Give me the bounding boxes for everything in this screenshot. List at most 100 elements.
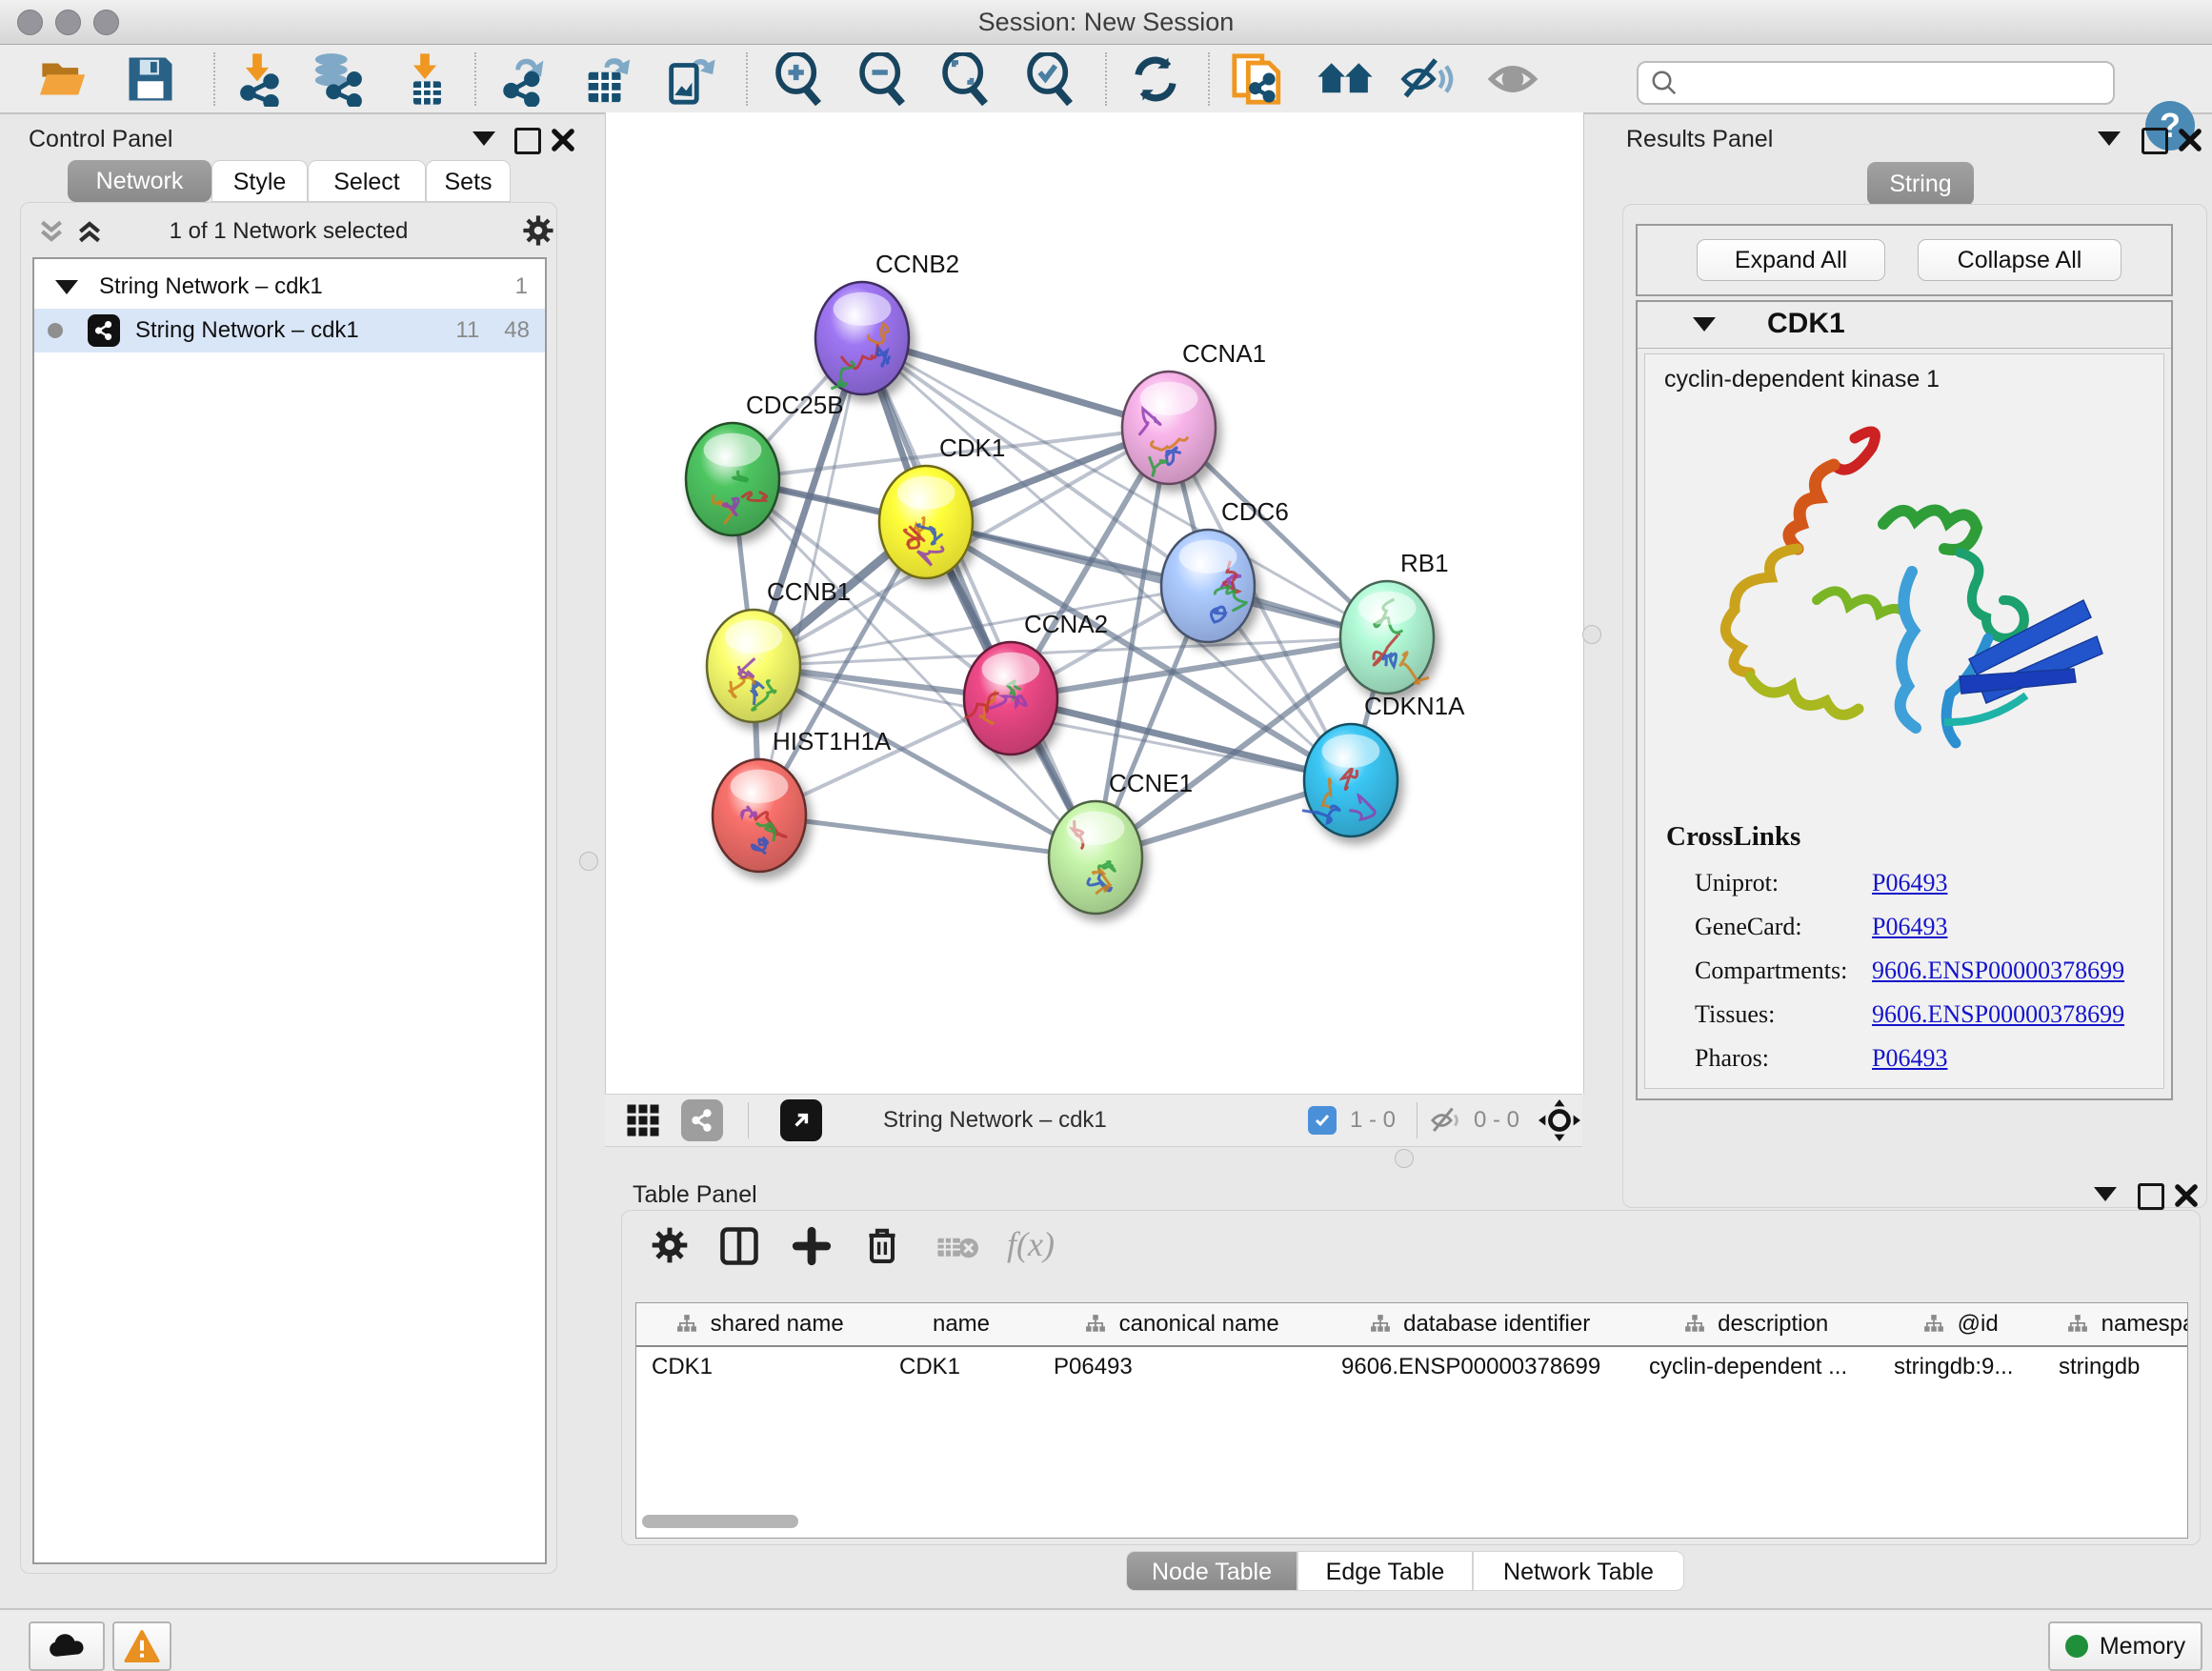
- crosslink-value-link[interactable]: P06493: [1872, 869, 1947, 897]
- network-collection-row[interactable]: String Network – cdk1 1: [34, 265, 545, 309]
- export-table-button[interactable]: [573, 52, 640, 106]
- node-highlight: [731, 770, 789, 803]
- table-panel-close-icon[interactable]: [2174, 1183, 2199, 1213]
- warning-button[interactable]: [112, 1621, 171, 1671]
- birds-eye-view-button[interactable]: [626, 1099, 660, 1141]
- table-cell[interactable]: stringdb:9...: [1879, 1347, 2043, 1387]
- memory-button[interactable]: Memory: [2048, 1621, 2202, 1671]
- apply-layout-button[interactable]: [1122, 52, 1189, 106]
- export-network-icon: [497, 51, 553, 107]
- show-all-button[interactable]: [1479, 52, 1546, 106]
- export-image-icon: [662, 51, 717, 107]
- attribute-tree-icon: [1085, 1314, 1106, 1335]
- table-cell[interactable]: CDK1: [884, 1347, 1038, 1387]
- hidden-items-icon[interactable]: [1430, 1099, 1464, 1141]
- network-tree: String Network – cdk1 1 String Network –…: [32, 257, 547, 1564]
- import-table-button[interactable]: [392, 52, 458, 106]
- table-panel-menu-icon[interactable]: [2094, 1187, 2117, 1206]
- open-session-button[interactable]: [31, 52, 98, 106]
- left-splitter-handle[interactable]: [579, 852, 598, 871]
- network-row-selected[interactable]: String Network – cdk1 11 48: [34, 309, 545, 352]
- gene-header-row[interactable]: CDK1: [1638, 302, 2171, 349]
- save-session-button[interactable]: [117, 52, 184, 106]
- tab-edge-table[interactable]: Edge Table: [1297, 1551, 1473, 1591]
- crosslink-label: Compartments:: [1695, 956, 1872, 985]
- export-network-button[interactable]: [492, 52, 558, 106]
- hide-selected-button[interactable]: [1394, 52, 1460, 106]
- crosslink-value-link[interactable]: 9606.ENSP00000378699: [1872, 956, 2124, 985]
- node-label: CCNA1: [1182, 339, 1266, 368]
- zoom-in-button[interactable]: [765, 52, 832, 106]
- search-input[interactable]: [1686, 69, 2113, 97]
- window-titlebar: Session: New Session: [0, 0, 2212, 45]
- crosslinks-list: Uniprot:P06493GeneCard:P06493Compartment…: [1695, 861, 2152, 1080]
- node-highlight: [834, 292, 892, 326]
- network-options-gear-icon[interactable]: [522, 214, 554, 252]
- string-panel-toggle-button[interactable]: [681, 1099, 723, 1141]
- node-label: CDC25B: [746, 391, 844, 419]
- expand-all-button[interactable]: Expand All: [1697, 239, 1885, 281]
- column-header-canonical-name[interactable]: canonical name: [1038, 1303, 1327, 1345]
- column-header-namespace[interactable]: namespace: [2043, 1303, 2188, 1345]
- right-splitter-handle[interactable]: [1582, 625, 1601, 644]
- show-columns-icon[interactable]: [719, 1226, 759, 1271]
- tab-select[interactable]: Select: [308, 160, 426, 202]
- table-cell[interactable]: 9606.ENSP00000378699: [1326, 1347, 1634, 1387]
- results-tab-string[interactable]: String: [1867, 162, 1974, 206]
- zoom-selected-button[interactable]: [1016, 52, 1083, 106]
- tab-network[interactable]: Network: [68, 160, 211, 202]
- export-image-button[interactable]: [656, 52, 723, 106]
- column-header-label: database identifier: [1403, 1311, 1590, 1338]
- control-panel-float-icon[interactable]: [514, 128, 541, 159]
- collection-expand-icon[interactable]: [55, 280, 78, 294]
- selected-nodes-checkbox[interactable]: [1308, 1099, 1337, 1141]
- column-header-name[interactable]: name: [884, 1303, 1039, 1345]
- results-panel-float-icon[interactable]: [2142, 128, 2168, 159]
- table-cell[interactable]: stringdb: [2043, 1347, 2188, 1387]
- collection-label: String Network – cdk1: [99, 273, 323, 300]
- bottom-splitter-handle[interactable]: [1395, 1149, 1414, 1168]
- zoom-fit-button[interactable]: [932, 52, 998, 106]
- eye-slash-icon: [1399, 53, 1455, 105]
- crosslink-value-link[interactable]: P06493: [1872, 1044, 1947, 1073]
- node-highlight: [1179, 540, 1237, 574]
- node-table: shared namename canonical name database …: [635, 1302, 2188, 1539]
- network-view-title: String Network – cdk1: [883, 1099, 1107, 1141]
- table-horizontal-scrollbar[interactable]: [642, 1515, 798, 1528]
- attribute-tree-icon: [676, 1314, 697, 1335]
- collapse-all-button[interactable]: Collapse All: [1918, 239, 2122, 281]
- control-panel-menu-icon[interactable]: [473, 131, 495, 151]
- pan-mode-button[interactable]: [1538, 1099, 1580, 1141]
- column-header-database-identifier[interactable]: database identifier: [1326, 1303, 1635, 1345]
- table-settings-gear-icon[interactable]: [651, 1226, 689, 1269]
- table-cell[interactable]: P06493: [1038, 1347, 1326, 1387]
- node-highlight: [725, 620, 783, 654]
- column-header--id[interactable]: @id: [1879, 1303, 2044, 1345]
- column-header-description[interactable]: description: [1634, 1303, 1880, 1345]
- selected-counter: 1 - 0: [1350, 1099, 1396, 1141]
- tab-node-table[interactable]: Node Table: [1126, 1551, 1297, 1591]
- first-neighbors-button[interactable]: [1312, 52, 1378, 106]
- delete-column-icon[interactable]: [862, 1224, 902, 1271]
- table-cell[interactable]: CDK1: [636, 1347, 884, 1387]
- zoom-out-button[interactable]: [849, 52, 915, 106]
- import-network-button[interactable]: [224, 52, 291, 106]
- goto-network-button[interactable]: [780, 1099, 822, 1141]
- zoom-in-icon: [772, 52, 825, 106]
- crosslink-value-link[interactable]: 9606.ENSP00000378699: [1872, 1000, 2124, 1029]
- crosslink-value-link[interactable]: P06493: [1872, 913, 1947, 941]
- add-column-icon[interactable]: [792, 1226, 832, 1271]
- table-cell[interactable]: cyclin-dependent ...: [1634, 1347, 1879, 1387]
- share-icon: [690, 1108, 714, 1133]
- results-panel-close-icon[interactable]: [2178, 128, 2202, 157]
- cloud-button[interactable]: [29, 1621, 105, 1671]
- tab-network-table[interactable]: Network Table: [1473, 1551, 1684, 1591]
- tab-style[interactable]: Style: [211, 160, 308, 202]
- import-network-from-database-button[interactable]: [305, 52, 372, 106]
- tab-sets[interactable]: Sets: [426, 160, 511, 202]
- clone-network-button[interactable]: [1224, 52, 1291, 106]
- network-view-canvas[interactable]: CCNB2CCNA1CDC25BCDK1CDC6RB1CCNB1CCNA2CDK…: [605, 112, 1584, 1094]
- column-header-shared-name[interactable]: shared name: [636, 1303, 885, 1345]
- results-panel-menu-icon[interactable]: [2098, 131, 2121, 151]
- control-panel-close-icon[interactable]: [551, 128, 575, 157]
